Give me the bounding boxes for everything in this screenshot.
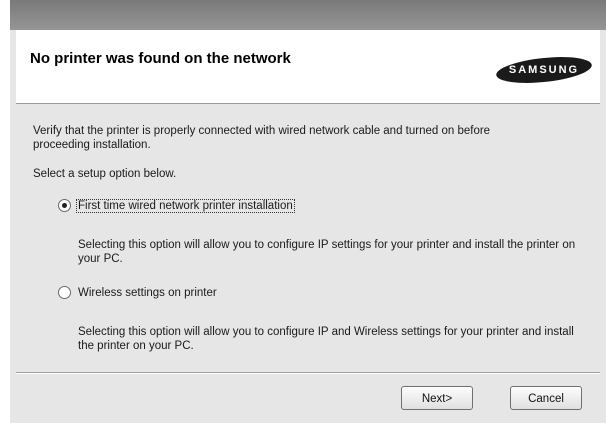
installer-window: No printer was found on the network SAMS… — [10, 0, 606, 423]
option-wired-description-line1: Selecting this option will allow you to … — [78, 239, 576, 251]
radio-wireless[interactable] — [58, 286, 71, 299]
logo-text: SAMSUNG — [508, 64, 580, 76]
option-wireless-description-line1: Selecting this option will allow you to … — [78, 326, 574, 338]
option-wired[interactable]: First time wired network printer install… — [58, 198, 295, 213]
option-wireless-description-line2: the printer on your PC. — [78, 340, 194, 352]
select-option-text: Select a setup option below. — [33, 168, 177, 180]
main-content: Verify that the printer is properly conn… — [16, 104, 600, 369]
option-wired-description-line2: your PC. — [78, 253, 123, 265]
verify-text-line2: proceeding installation. — [33, 139, 151, 151]
option-wired-label[interactable]: First time wired network printer install… — [76, 198, 295, 213]
footer-divider-highlight — [16, 373, 600, 374]
page-title: No printer was found on the network — [30, 50, 291, 67]
header-panel: No printer was found on the network SAMS… — [16, 30, 600, 104]
option-wireless-label[interactable]: Wireless settings on printer — [77, 287, 218, 299]
samsung-logo: SAMSUNG — [494, 55, 594, 85]
title-bar — [10, 0, 606, 30]
radio-wired[interactable] — [58, 199, 71, 212]
option-wireless[interactable]: Wireless settings on printer — [58, 286, 218, 299]
verify-text-line1: Verify that the printer is properly conn… — [33, 125, 491, 137]
next-button[interactable]: Next> — [401, 386, 473, 410]
cancel-button[interactable]: Cancel — [510, 386, 582, 410]
